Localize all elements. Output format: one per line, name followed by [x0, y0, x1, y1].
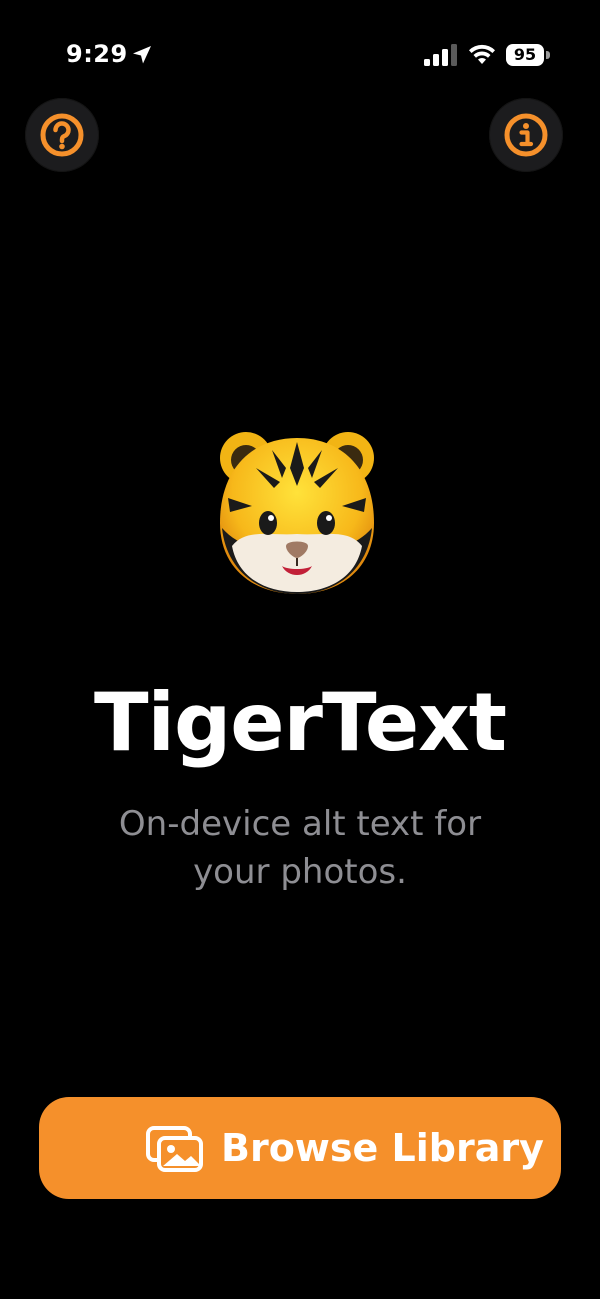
browse-library-button[interactable]: Browse Library — [39, 1097, 561, 1199]
info-button[interactable] — [489, 98, 563, 172]
battery-level: 95 — [513, 45, 537, 64]
battery-cap — [546, 51, 550, 59]
question-circle-icon — [40, 113, 84, 157]
location-arrow-icon — [133, 46, 151, 64]
wifi-icon — [469, 44, 495, 64]
browse-library-label: Browse Library — [221, 1126, 544, 1170]
status-time: 9:29 — [66, 40, 128, 68]
app-title: TigerText — [93, 676, 507, 769]
tiger-face-emoji — [220, 432, 374, 594]
info-circle-icon — [504, 113, 548, 157]
help-button[interactable] — [25, 98, 99, 172]
app-subtitle: On-device alt text for your photos. — [118, 804, 482, 892]
battery-indicator: 95 — [506, 44, 550, 66]
cellular-signal-icon — [424, 44, 457, 66]
photo-stack-icon — [146, 1126, 203, 1172]
status-bar: 9:29 95 — [0, 0, 600, 110]
